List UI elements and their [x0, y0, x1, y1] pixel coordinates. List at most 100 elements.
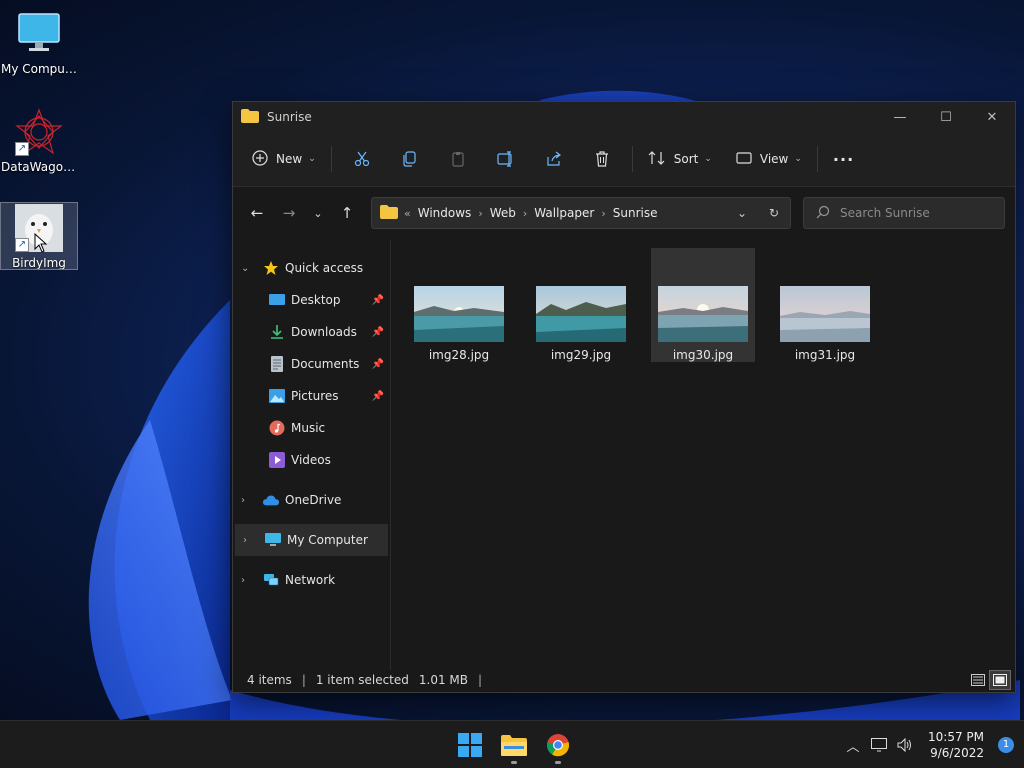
breadcrumb-separator-icon[interactable]: › — [601, 207, 605, 220]
back-button[interactable]: ← — [241, 197, 273, 229]
taskbar: ︿ 10:57 PM 9/6/2022 1 — [0, 720, 1024, 768]
monitor-icon — [15, 10, 63, 58]
sidebar-item-onedrive[interactable]: › OneDrive — [233, 484, 390, 516]
file-item[interactable]: img28.jpg — [407, 248, 511, 362]
arrow-right-icon: → — [282, 204, 296, 222]
breadcrumb-web[interactable]: Web — [490, 206, 516, 220]
toolbar-divider — [330, 146, 332, 172]
sort-label: Sort — [673, 152, 699, 166]
rename-icon — [497, 151, 512, 167]
desktop-icon-label: My Computer — [1, 62, 77, 76]
clock-time: 10:57 PM — [928, 730, 984, 744]
plus-circle-icon — [252, 149, 268, 169]
taskbar-chrome[interactable] — [536, 723, 580, 767]
share-button[interactable] — [530, 143, 578, 175]
sidebar-item-my-computer[interactable]: › My Computer — [235, 524, 388, 556]
expand-chevron-icon[interactable]: › — [241, 575, 255, 586]
trash-icon — [595, 151, 608, 167]
rename-button[interactable] — [482, 143, 530, 175]
file-thumbnail — [414, 286, 504, 342]
copy-button[interactable] — [386, 143, 434, 175]
chrome-icon — [546, 734, 570, 757]
file-name: img28.jpg — [428, 348, 490, 362]
refresh-icon: ↻ — [768, 206, 780, 220]
maximize-button[interactable]: ☐ — [923, 102, 969, 132]
sidebar-label: Documents — [291, 357, 360, 371]
paste-button[interactable] — [434, 143, 482, 175]
speaker-icon — [897, 738, 911, 752]
sidebar-item-downloads[interactable]: Downloads 📌 — [233, 316, 390, 348]
close-button[interactable]: ✕ — [969, 102, 1015, 132]
details-view-button[interactable] — [967, 670, 989, 690]
status-divider: | — [301, 673, 306, 687]
file-thumbnail — [780, 286, 870, 342]
desktop-icon-datawagon[interactable]: ↗ DataWagon... — [0, 108, 78, 174]
large-icons-view-button[interactable] — [989, 670, 1011, 690]
navigation-bar: ← → ⌄ ↑ « Windows › Web › Wallpaper › Su… — [233, 187, 1015, 239]
sidebar-label: Pictures — [291, 389, 339, 403]
refresh-button[interactable]: ↻ — [758, 206, 790, 220]
sidebar-item-network[interactable]: › Network — [233, 564, 390, 596]
expand-chevron-icon[interactable]: ⌄ — [241, 263, 255, 274]
sort-button[interactable]: Sort ⌄ — [639, 143, 721, 175]
sidebar-label: Downloads — [291, 325, 357, 339]
breadcrumb-separator-icon[interactable]: › — [478, 207, 482, 220]
pin-icon: 📌 — [371, 294, 384, 306]
desktop-icon-my-computer[interactable]: My Computer — [0, 10, 78, 76]
sidebar-item-documents[interactable]: Documents 📌 — [233, 348, 390, 380]
volume-button[interactable] — [892, 730, 918, 760]
clock[interactable]: 10:57 PM 9/6/2022 — [928, 729, 984, 761]
sidebar-item-music[interactable]: Music — [233, 412, 390, 444]
forward-button[interactable]: → — [273, 197, 305, 229]
start-button[interactable] — [448, 723, 492, 767]
arrow-up-icon: ↑ — [340, 204, 354, 222]
file-item[interactable]: img31.jpg — [773, 248, 877, 362]
overflow-chevron-icon[interactable]: « — [404, 207, 411, 220]
title-bar[interactable]: Sunrise — ☐ ✕ — [233, 102, 1015, 132]
sidebar-item-videos[interactable]: Videos — [233, 444, 390, 476]
network-monitor-icon — [871, 738, 887, 752]
document-icon — [269, 356, 285, 372]
sidebar-label: Quick access — [285, 261, 364, 275]
network-status-button[interactable] — [866, 730, 892, 760]
notification-badge[interactable]: 1 — [998, 737, 1014, 753]
expand-chevron-icon[interactable]: › — [241, 495, 255, 506]
address-history-dropdown[interactable]: ⌄ — [726, 206, 758, 220]
sidebar-item-pictures[interactable]: Pictures 📌 — [233, 380, 390, 412]
sidebar-item-quick-access[interactable]: ⌄ Quick access — [233, 252, 390, 284]
search-input[interactable] — [840, 206, 990, 220]
picture-icon — [269, 388, 285, 404]
expand-chevron-icon[interactable]: › — [243, 535, 257, 546]
command-bar: New ⌄ Sort ⌄ View ⌄ ··· — [233, 132, 1015, 187]
taskbar-file-explorer[interactable] — [492, 723, 536, 767]
file-item-selected[interactable]: img30.jpg — [651, 248, 755, 362]
view-button[interactable]: View ⌄ — [727, 143, 811, 175]
search-icon — [816, 205, 830, 222]
show-hidden-icons-button[interactable]: ︿ — [840, 730, 866, 760]
delete-button[interactable] — [578, 143, 626, 175]
window-title: Sunrise — [267, 110, 312, 124]
cloud-icon — [263, 492, 279, 508]
more-options-button[interactable]: ··· — [824, 143, 863, 175]
minimize-button[interactable]: — — [877, 102, 923, 132]
search-box[interactable] — [803, 197, 1005, 229]
up-button[interactable]: ↑ — [331, 197, 363, 229]
cut-button[interactable] — [338, 143, 386, 175]
new-button[interactable]: New ⌄ — [243, 143, 325, 175]
selection-size: 1.01 MB — [418, 673, 469, 687]
sidebar-item-desktop[interactable]: Desktop 📌 — [233, 284, 390, 316]
windows-logo-icon — [458, 733, 482, 757]
breadcrumb-separator-icon[interactable]: › — [523, 207, 527, 220]
recent-locations-button[interactable]: ⌄ — [305, 197, 331, 229]
sidebar-label: Network — [285, 573, 336, 587]
clipboard-icon — [452, 152, 464, 167]
sidebar-label: My Computer — [287, 533, 368, 547]
toolbar-divider — [816, 146, 818, 172]
new-label: New — [276, 152, 303, 166]
file-item[interactable]: img29.jpg — [529, 248, 633, 362]
file-name: img30.jpg — [672, 348, 734, 362]
address-bar[interactable]: « Windows › Web › Wallpaper › Sunrise ⌄ … — [371, 197, 791, 229]
breadcrumb-wallpaper[interactable]: Wallpaper — [534, 206, 594, 220]
breadcrumb-sunrise[interactable]: Sunrise — [613, 206, 658, 220]
breadcrumb-windows[interactable]: Windows — [418, 206, 472, 220]
